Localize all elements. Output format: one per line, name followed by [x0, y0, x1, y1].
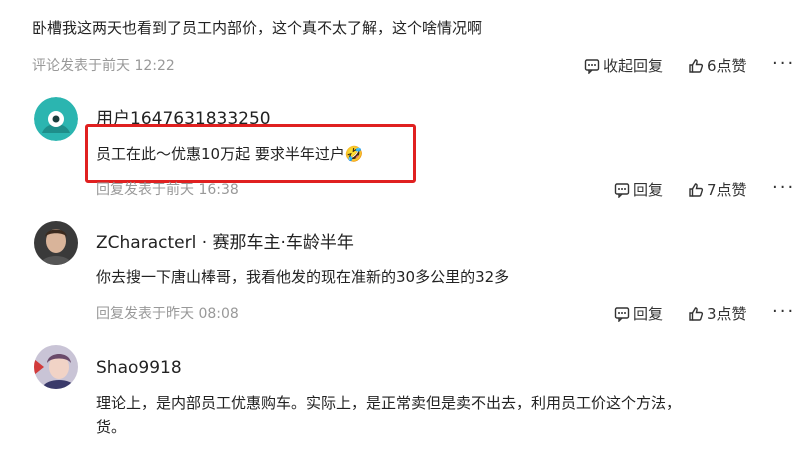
- reply-text: 你去搜一下唐山棒哥，我看他发的现在准新的30多公里的32多: [96, 268, 510, 286]
- reply-button[interactable]: 回复: [614, 180, 663, 200]
- reply-icon: [584, 58, 600, 74]
- like-button[interactable]: 7点赞: [688, 180, 747, 200]
- thumbs-up-icon: [688, 58, 704, 74]
- more-icon[interactable]: ···: [772, 178, 795, 198]
- collapse-replies-button[interactable]: 收起回复: [584, 56, 663, 76]
- like-count: 7点赞: [707, 181, 747, 199]
- top-comment-text: 卧槽我这两天也看到了员工内部价，这个真不太了解，这个啥情况啊: [32, 19, 483, 37]
- more-icon[interactable]: ···: [772, 302, 795, 322]
- avatar[interactable]: [34, 221, 78, 265]
- reply-icon: [614, 306, 630, 322]
- username[interactable]: Shao9918: [96, 357, 182, 379]
- like-count: 6点赞: [707, 57, 747, 75]
- reply-icon: [614, 182, 630, 198]
- like-count: 3点赞: [707, 305, 747, 323]
- reply-text: 员工在此～优惠10万起 要求半年过户🤣: [96, 145, 364, 163]
- reply-text-continued: 货。: [96, 418, 127, 436]
- thumbs-up-icon: [688, 182, 704, 198]
- username[interactable]: ZCharacterl · 赛那车主·车龄半年: [96, 232, 354, 254]
- reply-meta: 回复发表于昨天 08:08: [96, 306, 239, 322]
- reply-text: 理论上，是内部员工优惠购车。实际上，是正常卖但是卖不出去，利用员工价这个方法，: [96, 394, 682, 412]
- avatar[interactable]: [34, 97, 78, 141]
- reply-meta: 回复发表于前天 16:38: [96, 182, 239, 198]
- reply-label: 回复: [633, 181, 664, 199]
- collapse-replies-label: 收起回复: [603, 57, 664, 75]
- more-icon[interactable]: ···: [772, 54, 795, 74]
- thumbs-up-icon: [688, 306, 704, 322]
- like-button[interactable]: 6点赞: [688, 56, 747, 76]
- like-button[interactable]: 3点赞: [688, 304, 747, 324]
- top-comment-meta: 评论发表于前天 12:22: [32, 58, 175, 74]
- reply-label: 回复: [633, 305, 664, 323]
- reply-button[interactable]: 回复: [614, 304, 663, 324]
- avatar[interactable]: [34, 345, 78, 389]
